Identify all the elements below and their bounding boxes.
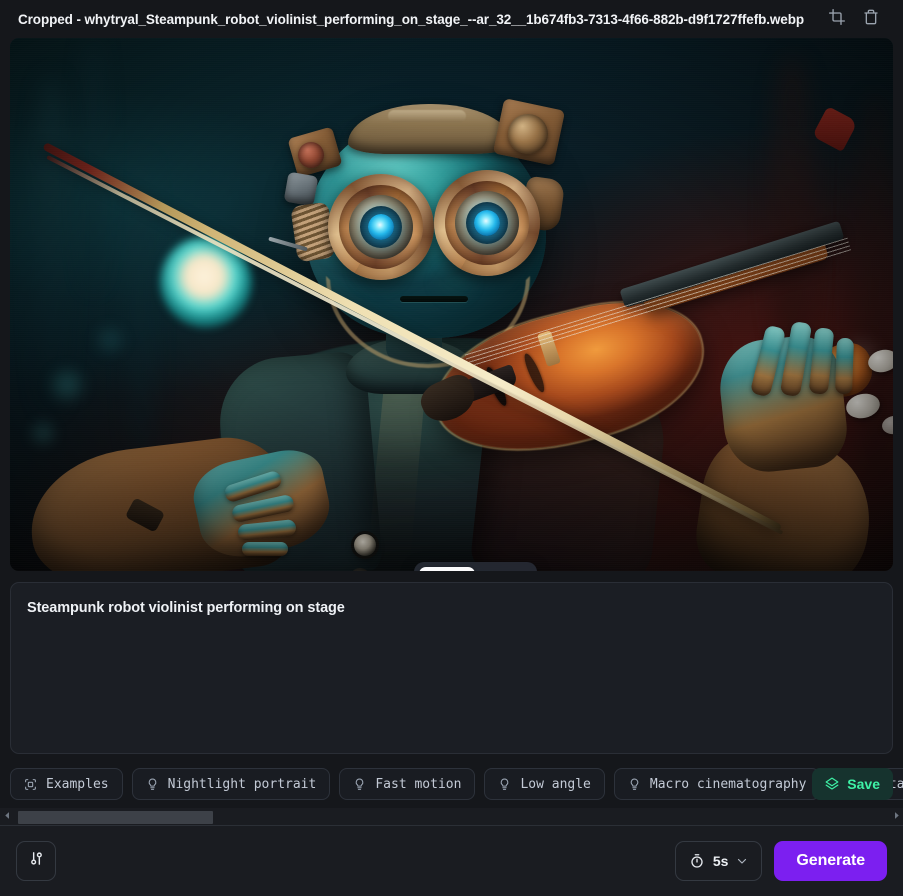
frame-toggle-last[interactable]: Last <box>477 567 532 571</box>
chip-macro-cinematography[interactable]: Macro cinematography <box>613 768 821 800</box>
chip-label: Macro cinematography <box>649 776 807 792</box>
save-label: Save <box>847 776 880 792</box>
frame-focus-icon <box>24 778 37 791</box>
generate-button[interactable]: Generate <box>774 841 887 881</box>
page-title: Cropped - whytryal_Steampunk_robot_violi… <box>18 11 804 27</box>
footer-bar: 5s Generate <box>0 826 903 896</box>
lightbulb-icon <box>498 778 511 791</box>
chevron-right-icon <box>892 811 901 822</box>
scrollbar-track[interactable] <box>14 810 889 824</box>
horizontal-scrollbar[interactable] <box>0 808 903 826</box>
header-actions <box>825 7 891 31</box>
app-root: Cropped - whytryal_Steampunk_robot_violi… <box>0 0 903 896</box>
duration-selector[interactable]: 5s <box>674 841 763 881</box>
image-preview[interactable]: First Last <box>10 38 893 571</box>
crop-button[interactable] <box>825 7 849 31</box>
prompt-value: Steampunk robot violinist performing on … <box>27 600 345 616</box>
delete-button[interactable] <box>859 7 883 31</box>
scroll-left-button[interactable] <box>0 809 14 825</box>
generated-image <box>10 38 893 571</box>
crop-icon <box>829 8 845 30</box>
chip-label: Low angle <box>520 776 591 792</box>
lightbulb-icon <box>353 778 366 791</box>
layers-icon <box>825 777 839 791</box>
chip-fast-motion[interactable]: Fast motion <box>339 768 476 800</box>
chip-label: Examples <box>46 776 109 792</box>
duration-value: 5s <box>712 853 729 869</box>
sliders-icon <box>28 850 45 872</box>
chevron-left-icon <box>3 811 12 822</box>
save-button[interactable]: Save <box>812 768 893 800</box>
chip-nightlight-portrait[interactable]: Nightlight portrait <box>131 768 331 800</box>
frame-toggle[interactable]: First Last <box>414 562 538 571</box>
lightbulb-icon <box>146 778 159 791</box>
settings-button[interactable] <box>16 841 56 881</box>
header-bar: Cropped - whytryal_Steampunk_robot_violi… <box>0 0 903 38</box>
suggestion-chip-row: Examples Nightlight portrait Fast motion… <box>0 766 903 802</box>
trash-icon <box>863 9 879 30</box>
stopwatch-icon <box>689 853 705 869</box>
scroll-right-button[interactable] <box>889 809 903 825</box>
chip-label: Nightlight portrait <box>167 776 317 792</box>
prompt-textarea[interactable]: Steampunk robot violinist performing on … <box>10 582 893 754</box>
chip-examples[interactable]: Examples <box>10 768 123 800</box>
chip-label: Fast motion <box>375 776 462 792</box>
frame-toggle-first[interactable]: First <box>419 567 476 571</box>
chip-low-angle[interactable]: Low angle <box>484 768 605 800</box>
suggestion-chips: Examples Nightlight portrait Fast motion… <box>10 766 903 802</box>
lightbulb-icon <box>628 778 641 791</box>
scrollbar-thumb[interactable] <box>18 810 213 824</box>
chevron-down-icon <box>736 855 748 867</box>
